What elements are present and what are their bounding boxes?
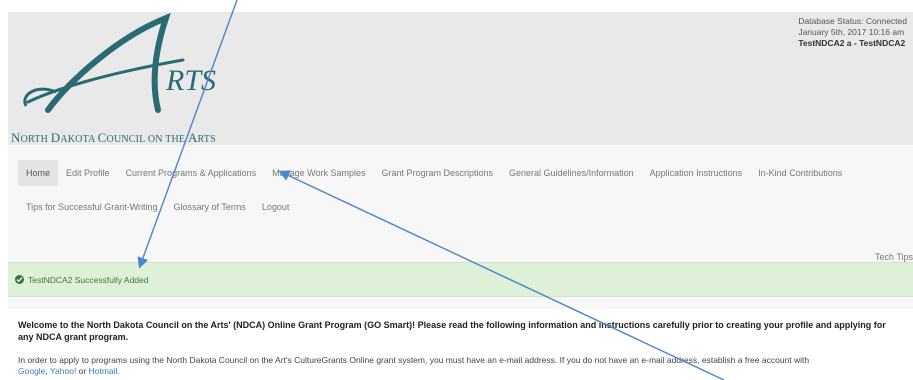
- main-content: Welcome to the North Dakota Council on t…: [8, 309, 913, 380]
- logo-subtitle: NORTH DAKOTA COUNCIL ON THE ARTS: [11, 130, 216, 146]
- logo-subtitle-part: A: [187, 130, 198, 145]
- logo-subtitle-part: ORTH: [20, 134, 51, 145]
- tech-tips-link[interactable]: Tech Tips: [875, 252, 913, 262]
- nav-application-instructions[interactable]: Application Instructions: [642, 160, 751, 186]
- check-circle-icon: [15, 275, 24, 284]
- nav-row-2: Tips for Successful Grant-Writing Glossa…: [18, 194, 297, 220]
- logo-subtitle-part: D: [50, 130, 61, 145]
- logo-subtitle-part: AKOTA: [60, 134, 98, 145]
- nav-in-kind-contributions[interactable]: In-Kind Contributions: [750, 160, 850, 186]
- logo-subtitle-part: C: [97, 130, 107, 145]
- status-connection: Database Status: Connected: [798, 16, 907, 26]
- nav-manage-work-samples[interactable]: Manage Work Samples: [264, 160, 373, 186]
- info-paragraph: In order to apply to programs using the …: [18, 355, 908, 377]
- success-alert: TestNDCA2 Successfully Added: [8, 262, 913, 297]
- arts-logo[interactable]: RTS NORTH DAKOTA COUNCIL ON THE ARTS: [8, 12, 268, 145]
- page: RTS NORTH DAKOTA COUNCIL ON THE ARTS Dat…: [8, 12, 913, 380]
- yahoo-link[interactable]: Yahoo!: [50, 366, 76, 376]
- arts-logo-mark: RTS: [23, 12, 216, 113]
- logo-subtitle-part: OUNCIL ON THE: [106, 134, 188, 145]
- nav-general-guidelines[interactable]: General Guidelines/Information: [501, 160, 642, 186]
- nav-glossary[interactable]: Glossary of Terms: [166, 194, 254, 220]
- nav-logout[interactable]: Logout: [254, 194, 298, 220]
- google-link[interactable]: Google: [18, 366, 45, 376]
- info-text: In order to apply to programs using the …: [18, 355, 810, 365]
- logo-subtitle-part: RTS: [197, 134, 216, 145]
- nav-current-programs[interactable]: Current Programs & Applications: [118, 160, 265, 186]
- link-separator: or: [76, 366, 89, 376]
- status-project: TestNDCA2 a - TestNDCA2: [798, 38, 906, 48]
- header: RTS NORTH DAKOTA COUNCIL ON THE ARTS Dat…: [8, 12, 913, 145]
- nav-tips-grant-writing[interactable]: Tips for Successful Grant-Writing: [18, 194, 166, 220]
- nav-edit-profile[interactable]: Edit Profile: [58, 160, 118, 186]
- logo-rts-text: RTS: [165, 64, 216, 97]
- logo-subtitle-part: N: [11, 130, 21, 145]
- database-status: Database Status: Connected January 5th, …: [798, 16, 907, 49]
- nav-home[interactable]: Home: [18, 160, 59, 186]
- status-datetime: January 5th, 2017 10:16 am: [798, 27, 905, 37]
- nav-row-1: Home Edit Profile Current Programs & App…: [18, 160, 850, 186]
- info-end: .: [117, 366, 120, 376]
- hotmail-link[interactable]: Hotmail: [89, 366, 118, 376]
- welcome-heading: Welcome to the North Dakota Council on t…: [18, 320, 886, 342]
- main-nav: Home Edit Profile Current Programs & App…: [8, 154, 913, 262]
- alert-message: TestNDCA2 Successfully Added: [28, 274, 149, 285]
- nav-grant-program-descriptions[interactable]: Grant Program Descriptions: [373, 160, 501, 186]
